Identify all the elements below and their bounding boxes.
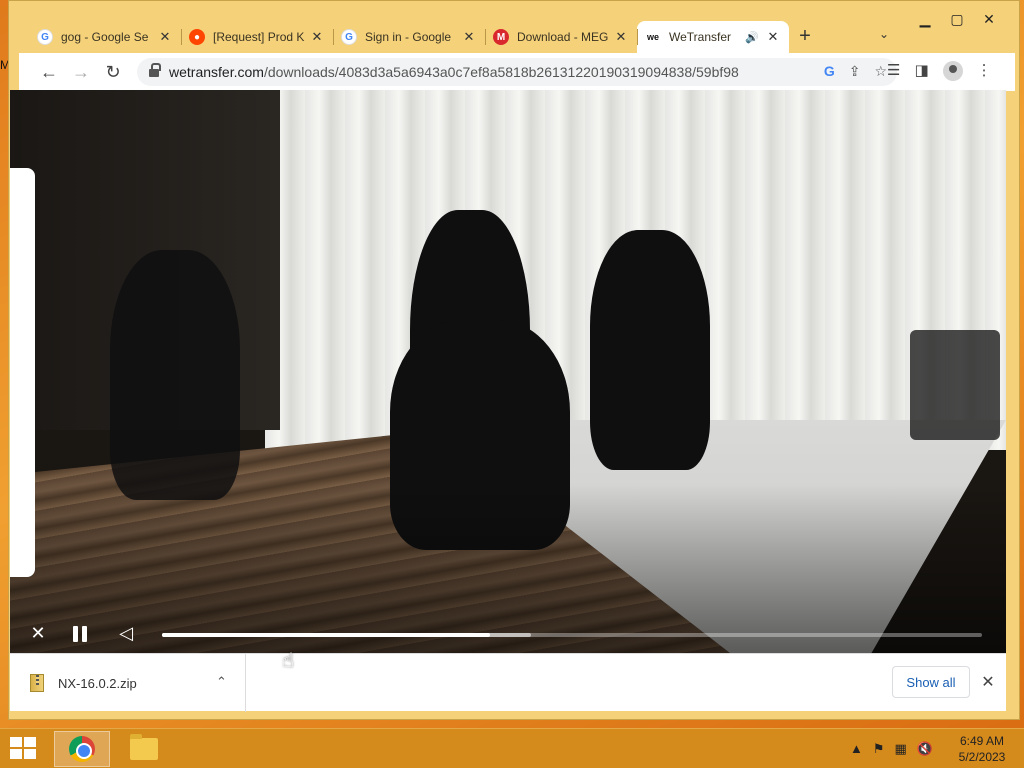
browser-toolbar: ← → ↻ wetransfer.com/downloads/4083d3a5a…	[19, 53, 1015, 91]
folder-icon	[130, 734, 158, 760]
show-all-button[interactable]: Show all	[892, 666, 970, 698]
show-hidden-icons-icon[interactable]: ▲	[850, 741, 863, 757]
tab-google-sign-in[interactable]: G Sign in - Google ✕	[333, 21, 485, 53]
taskbar: ▲ ⚑ ▦ 🔇 6:49 AM 5/2/2023	[0, 728, 1024, 768]
download-item[interactable]: NX-16.0.2.zip ⌃	[10, 654, 246, 712]
reading-list-icon[interactable]: ☰	[887, 61, 900, 81]
video-controls: ✕ ◁	[10, 618, 1006, 648]
windows-start-icon[interactable]	[10, 737, 38, 761]
tab-title: [Request] Prod K	[213, 30, 305, 44]
pause-icon[interactable]	[72, 626, 88, 642]
download-shelf: NX-16.0.2.zip ⌃ Show all ✕	[10, 653, 1006, 712]
video-progress-bar[interactable]	[162, 633, 982, 637]
action-center-flag-icon[interactable]: ⚑	[873, 741, 885, 757]
close-icon[interactable]: ✕	[461, 29, 477, 45]
taskbar-file-explorer[interactable]	[116, 731, 172, 767]
taskbar-chrome[interactable]	[54, 731, 110, 767]
tab-gog-google-search[interactable]: G gog - Google Se ✕	[29, 21, 181, 53]
share-icon[interactable]: ⇪	[849, 63, 861, 80]
volume-muted-icon[interactable]: 🔇	[917, 741, 933, 757]
close-download-shelf-icon[interactable]: ✕	[978, 672, 998, 692]
profile-avatar-icon[interactable]	[942, 61, 963, 81]
side-panel-icon[interactable]: ◨	[914, 61, 928, 81]
tab-strip: G gog - Google Se ✕ ● [Request] Prod K ✕…	[29, 21, 789, 53]
mega-icon: M	[493, 29, 509, 45]
chrome-icon	[69, 736, 95, 762]
window-controls: ▁ ▢ ✕	[909, 11, 1005, 28]
zip-file-icon	[30, 674, 44, 692]
google-icon: G	[37, 29, 53, 45]
video-vignette	[10, 90, 1006, 653]
reload-icon[interactable]: ↻	[101, 61, 125, 83]
collapsed-side-panel[interactable]	[10, 168, 35, 577]
chevron-up-icon[interactable]: ⌃	[216, 674, 227, 690]
wetransfer-icon: we	[646, 32, 659, 42]
close-window-icon[interactable]: ✕	[973, 11, 1005, 28]
volume-icon[interactable]: ◁	[114, 622, 138, 644]
video-frame[interactable]	[10, 90, 1006, 653]
reddit-icon: ●	[189, 29, 205, 45]
network-icon[interactable]: ▦	[895, 741, 907, 757]
mouse-cursor-icon: ☝	[282, 650, 295, 672]
clock-time: 6:49 AM	[959, 734, 1005, 748]
speaker-icon[interactable]: 🔊	[745, 31, 761, 44]
omnibox-icons: G ⇪ ☆	[824, 63, 887, 80]
system-tray: ▲ ⚑ ▦ 🔇	[850, 741, 933, 757]
close-icon[interactable]: ✕	[309, 29, 325, 45]
maximize-icon[interactable]: ▢	[941, 11, 973, 28]
menu-kebab-icon[interactable]: ⋮	[977, 61, 992, 81]
close-icon[interactable]: ✕	[765, 29, 781, 45]
minimize-icon[interactable]: ▁	[909, 11, 941, 28]
page-content: ✕ ◁	[10, 90, 1006, 653]
google-icon: G	[341, 29, 357, 45]
taskbar-clock[interactable]: 6:49 AM 5/2/2023	[950, 733, 1014, 765]
tab-wetransfer[interactable]: we WeTransfer 🔊 ✕	[637, 21, 789, 53]
tab-search-icon[interactable]: ⌄	[879, 27, 889, 41]
close-icon[interactable]: ✕	[157, 29, 173, 45]
close-player-icon[interactable]: ✕	[26, 622, 50, 644]
url-text: wetransfer.com/downloads/4083d3a5a6943a0…	[169, 64, 739, 80]
download-filename: NX-16.0.2.zip	[58, 675, 137, 691]
forward-icon[interactable]: →	[69, 61, 93, 83]
title-bar: G gog - Google Se ✕ ● [Request] Prod K ✕…	[9, 1, 1019, 53]
tab-reddit-request[interactable]: ● [Request] Prod K ✕	[181, 21, 333, 53]
new-tab-button[interactable]: +	[793, 25, 817, 48]
tab-title: Sign in - Google	[365, 30, 452, 44]
lock-icon[interactable]	[149, 63, 161, 77]
toolbar-right-icons: ☰ ◨ ⋮	[887, 61, 992, 81]
tab-title: gog - Google Se	[61, 30, 149, 44]
clock-date: 5/2/2023	[958, 750, 1006, 764]
tab-mega-download[interactable]: M Download - MEG ✕	[485, 21, 637, 53]
video-progress-fill	[162, 633, 490, 637]
back-icon[interactable]: ←	[37, 61, 61, 83]
address-bar[interactable]: wetransfer.com/downloads/4083d3a5a6943a0…	[137, 58, 897, 86]
bookmark-star-icon[interactable]: ☆	[874, 63, 887, 80]
google-lens-icon[interactable]: G	[824, 63, 835, 80]
tab-title: WeTransfer	[669, 30, 732, 44]
close-icon[interactable]: ✕	[613, 29, 629, 45]
tab-title: Download - MEG	[517, 30, 609, 44]
